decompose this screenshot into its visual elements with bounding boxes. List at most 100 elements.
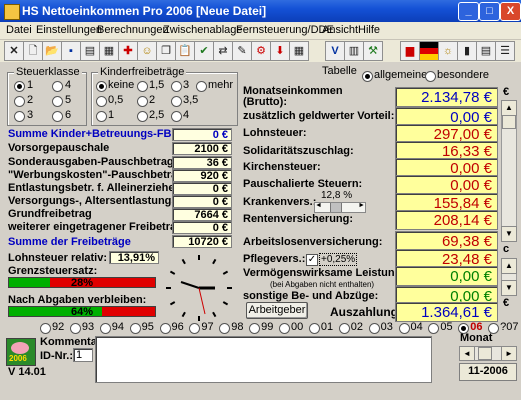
edit-icon[interactable]: ✎ [232,41,252,61]
value-grundfreibetrag[interactable]: 7664 € [172,208,232,221]
kv-rate-slider[interactable]: ◄ ► [314,202,366,213]
scroll-up-arrow-icon[interactable]: ▲ [501,100,517,116]
radio-steuerklasse-3[interactable] [14,111,25,122]
german-flag-icon[interactable] [419,41,439,61]
minimize-button[interactable]: _ [458,2,479,21]
year-label: 97 [201,321,214,333]
menu-einstellungen[interactable]: Einstellungen [36,24,102,36]
arbeitgeber-button[interactable]: Arbeitgeber [246,302,308,319]
value-kinder-betreuungs-fb[interactable]: 0 € [172,128,232,141]
scroll-thumb[interactable] [502,115,516,129]
menu-ansicht[interactable]: Ansicht [322,24,358,36]
print-icon[interactable]: ▤ [80,41,100,61]
paste-icon[interactable]: 📋 [175,41,195,61]
radio-year-93[interactable] [69,323,81,334]
smiley-icon[interactable]: ☺ [137,41,157,61]
rentenversicherung-value: 208,14 € [395,210,498,230]
menu-zwischenablage[interactable]: Zwischenablage [163,24,243,36]
tools-icon[interactable]: ⚒ [363,41,383,61]
table-icon[interactable]: ▦ [289,41,309,61]
radio-kinder-3-5[interactable] [171,96,182,107]
radio-kinder-2-5[interactable] [137,111,148,122]
new-file-icon[interactable]: 🗋 [23,41,43,61]
monat-scroll-thumb[interactable] [478,347,492,360]
radio-year-94[interactable] [99,323,111,334]
radio-kinder-1-5[interactable] [137,81,148,92]
radio-year-95[interactable] [129,323,141,334]
maximize-button[interactable]: □ [479,2,500,21]
slider-right-arrow-icon[interactable]: ► [358,202,365,209]
radio-year-05[interactable] [428,323,440,334]
slider-thumb[interactable] [330,203,342,212]
radio-kinder-0-5[interactable] [96,96,107,107]
save-disk-icon[interactable]: ▪ [61,41,81,61]
radio-steuerklasse-2[interactable] [14,96,25,107]
year-label: 01 [320,321,334,333]
value-versorgungs-fb[interactable]: 0 € [172,195,232,208]
list-icon[interactable]: ☰ [495,41,515,61]
vwl-value[interactable]: 0,00 € [395,266,498,286]
transfer-icon[interactable]: ⇄ [213,41,233,61]
radio-kinder-4[interactable] [171,111,182,122]
menu-berechnungen[interactable]: Berechnungen [97,24,169,36]
red-cross-icon[interactable]: ✚ [118,41,138,61]
calculator-icon[interactable]: ▦ [99,41,119,61]
download-arrow-icon[interactable]: ⬇ [270,41,290,61]
menu-fernsteuerung[interactable]: Fernsteuerung/DDE [236,24,334,36]
menu-datei[interactable]: Datei [6,24,32,36]
radio-year-97[interactable] [189,323,201,334]
tabelle-group: Tabelle allgemeine besondere [322,65,496,83]
radio-kinder-1[interactable] [96,111,107,122]
radio-tabelle-besondere[interactable] [425,71,436,82]
radio-kinder-mehr[interactable] [196,81,207,92]
value-entlastungsbetrag[interactable]: 0 € [172,182,232,195]
monat-right-arrow-icon[interactable]: ► [501,346,517,361]
document-icon[interactable]: ▤ [476,41,496,61]
open-folder-icon[interactable]: 📂 [42,41,62,61]
radio-year-00[interactable] [279,323,290,334]
monat-left-arrow-icon[interactable]: ◄ [459,346,475,361]
radio-steuerklasse-5[interactable] [52,96,63,107]
idnr-field[interactable]: 1 [73,348,93,362]
monatseinkommen-value[interactable]: 2.134,78 € [395,87,498,107]
radio-year-92[interactable] [40,323,51,334]
scroll-up-arrow-icon[interactable]: ▲ [501,258,517,274]
radio-year-01[interactable] [308,323,320,334]
kommentar-field[interactable] [95,336,432,383]
radio-kinder-3[interactable] [171,81,182,92]
monat-scrollbar[interactable]: ◄ ► [459,346,517,361]
v-icon[interactable]: V [325,41,345,61]
radio-tabelle-allgemeine[interactable] [362,71,373,82]
radio-kinder-2[interactable] [137,96,148,107]
pflege-zuschlag-checkbox[interactable]: ✓ [306,254,318,266]
radio-year-02[interactable] [338,323,350,334]
radio-year-04[interactable] [398,323,410,334]
bar-chart-icon[interactable]: ▆ [400,41,420,61]
value-vorsorgepauschale[interactable]: 2100 € [172,142,232,155]
settings-icon[interactable]: ⚙ [251,41,271,61]
value-weiterer-freibetrag[interactable]: 0 € [172,221,232,234]
radio-year-96[interactable] [159,323,171,334]
chart-icon[interactable]: ▥ [344,41,364,61]
radio-steuerklasse-1[interactable] [14,81,25,92]
delete-icon[interactable]: ✕ [4,41,24,61]
vertical-scrollbar-small[interactable]: ▲ ▼ [501,258,517,296]
radio-year-03[interactable] [368,323,380,334]
scroll-down-arrow-icon[interactable]: ▼ [501,280,517,296]
copy-icon[interactable]: ❐ [156,41,176,61]
radio-kinder-keine[interactable] [96,81,107,92]
value-sonderausgaben[interactable]: 36 € [172,156,232,169]
close-button[interactable]: X [500,2,521,21]
scroll-down-arrow-icon[interactable]: ▼ [501,226,517,242]
vertical-scrollbar[interactable]: ▲ ▼ [501,100,517,242]
radio-year-98[interactable] [219,323,231,334]
slider-left-arrow-icon[interactable]: ◄ [315,202,322,209]
menu-hilfe[interactable]: Hilfe [358,24,380,36]
radio-year-99[interactable] [249,323,261,334]
radio-steuerklasse-4[interactable] [52,81,63,92]
book-icon[interactable]: ▮ [457,41,477,61]
value-werbungskosten[interactable]: 920 € [172,169,232,182]
radio-steuerklasse-6[interactable] [52,111,63,122]
sun-icon[interactable]: ☼ [438,41,458,61]
checkmark-icon[interactable]: ✔ [194,41,214,61]
